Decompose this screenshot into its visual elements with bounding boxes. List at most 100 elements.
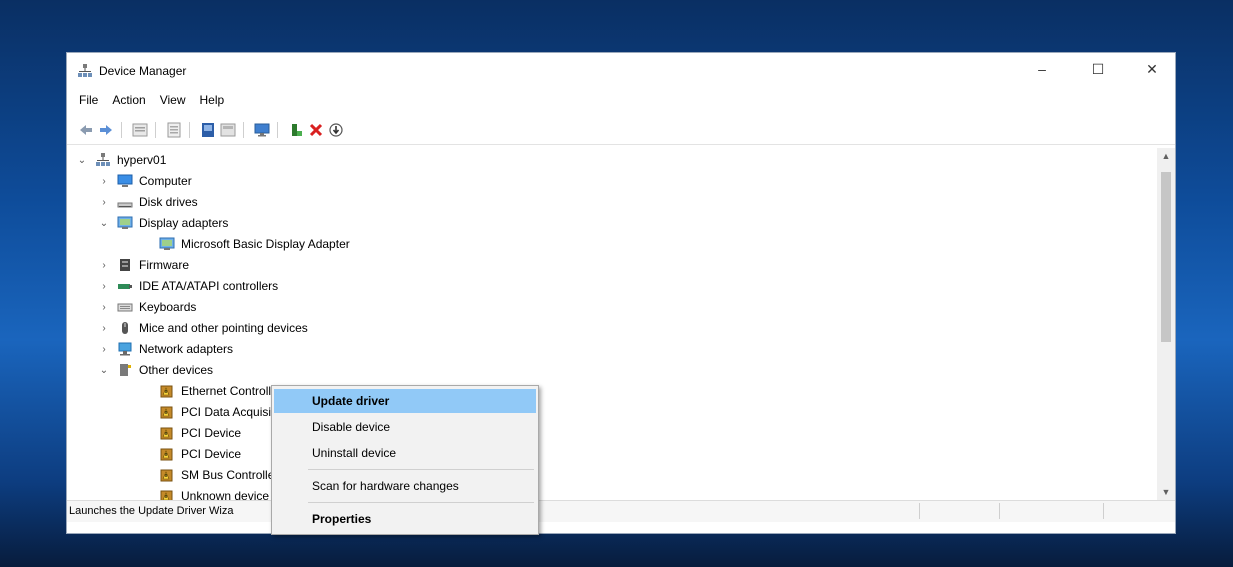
keyboard-icon [117, 303, 133, 312]
tree-item[interactable]: › Network adapters [97, 339, 233, 359]
display-adapter-icon [117, 216, 133, 229]
tree-item-label: Firmware [139, 258, 189, 272]
unknown-device-icon [160, 406, 173, 419]
toolbar-separator [155, 122, 156, 138]
tree-item[interactable]: ⌄ Other devices [97, 360, 213, 380]
collapse-chevron-icon[interactable]: ⌄ [97, 365, 111, 376]
tree-item-label: SM Bus Controlle [181, 468, 275, 482]
minimize-button[interactable]: – [1019, 53, 1065, 85]
firmware-icon [120, 259, 130, 271]
window-title: Device Manager [99, 64, 187, 78]
tree-item-label: Ethernet Controlle [181, 384, 278, 398]
expand-chevron-icon[interactable]: › [97, 302, 111, 313]
unknown-device-icon [160, 427, 173, 440]
menu-file[interactable]: File [73, 91, 106, 111]
details-icon[interactable] [165, 121, 183, 139]
tree-item[interactable]: Microsoft Basic Display Adapter [139, 234, 350, 254]
toolbar-separator [121, 122, 122, 138]
expand-chevron-icon[interactable]: › [97, 344, 111, 355]
menu-action[interactable]: Action [106, 91, 153, 111]
unknown-device-icon [160, 448, 173, 461]
tree-item-label: Microsoft Basic Display Adapter [181, 237, 350, 251]
menu-separator [308, 469, 534, 470]
scroll-thumb[interactable] [1161, 172, 1171, 342]
scroll-up-icon[interactable]: ▲ [1157, 148, 1175, 164]
tree-item-label: Unknown device [181, 489, 270, 500]
tree-item[interactable]: ⌄ Display adapters [97, 213, 229, 233]
unknown-device-icon [160, 469, 173, 482]
tree-item-label: IDE ATA/ATAPI controllers [139, 279, 279, 293]
scroll-down-icon[interactable]: ▼ [1157, 484, 1175, 500]
show-hidden-icon[interactable] [219, 121, 237, 139]
tree-item[interactable]: PCI Data Acquisiti [139, 402, 277, 422]
back-icon[interactable] [77, 121, 95, 139]
disk-drive-icon [117, 202, 133, 208]
tree-item-label: Other devices [139, 363, 214, 377]
tree-item[interactable]: › Keyboards [97, 297, 196, 317]
status-divider [919, 503, 920, 519]
toolbar [67, 115, 1175, 145]
vertical-scrollbar[interactable]: ▲ ▼ [1157, 148, 1175, 500]
other-devices-icon [120, 364, 131, 376]
computer-icon [117, 174, 133, 187]
uninstall-icon[interactable] [307, 121, 325, 139]
tree-item[interactable]: › IDE ATA/ATAPI controllers [97, 276, 278, 296]
tree-item[interactable]: › Computer [97, 171, 192, 191]
context-menu: Update driver Disable device Uninstall d… [271, 385, 539, 535]
computer-network-icon [96, 153, 110, 166]
device-manager-window: Device Manager – ☐ ✕ File Action View He… [66, 52, 1176, 534]
monitor-icon[interactable] [253, 121, 271, 139]
tree-item[interactable]: Ethernet Controlle [139, 381, 278, 401]
help-icon[interactable] [199, 121, 217, 139]
tree-item[interactable]: PCI Device [139, 444, 241, 464]
collapse-chevron-icon[interactable]: ⌄ [97, 218, 111, 229]
forward-icon[interactable] [97, 121, 115, 139]
tree-item[interactable]: Unknown device [139, 486, 269, 500]
menu-separator [308, 502, 534, 503]
tree-item[interactable]: › Mice and other pointing devices [97, 318, 308, 338]
expand-chevron-icon[interactable]: › [97, 260, 111, 271]
close-button[interactable]: ✕ [1129, 53, 1175, 85]
toolbar-separator [277, 122, 278, 138]
tree-root[interactable]: ⌄ hyperv01 [75, 150, 166, 170]
status-text: Launches the Update Driver Wiza [69, 505, 234, 517]
menu-help[interactable]: Help [194, 91, 233, 111]
tree-item-label: Computer [139, 174, 192, 188]
properties-menu-item[interactable]: Properties [274, 507, 536, 531]
maximize-button[interactable]: ☐ [1075, 53, 1121, 85]
tree-item-label: Mice and other pointing devices [139, 321, 308, 335]
scan-icon[interactable] [327, 121, 345, 139]
tree-item-label: PCI Data Acquisiti [181, 405, 278, 419]
tree-item-label: PCI Device [181, 447, 242, 461]
toolbar-separator [189, 122, 190, 138]
unknown-device-icon [160, 490, 173, 500]
tree-item[interactable]: SM Bus Controlle [139, 465, 274, 485]
menu-view[interactable]: View [154, 91, 194, 111]
scan-hardware-menu-item[interactable]: Scan for hardware changes [274, 474, 536, 498]
expand-chevron-icon[interactable]: › [97, 281, 111, 292]
status-divider [1103, 503, 1104, 519]
tree-item-label: Display adapters [139, 216, 229, 230]
toolbar-separator [243, 122, 244, 138]
expand-chevron-icon[interactable]: › [97, 323, 111, 334]
disable-device-menu-item[interactable]: Disable device [274, 415, 536, 439]
uninstall-device-menu-item[interactable]: Uninstall device [274, 441, 536, 465]
tree-item[interactable]: PCI Device [139, 423, 241, 443]
tree-item[interactable]: › Firmware [97, 255, 189, 275]
collapse-chevron-icon[interactable]: ⌄ [75, 155, 89, 166]
device-manager-icon [78, 64, 92, 77]
update-driver-icon[interactable] [287, 121, 305, 139]
properties-icon[interactable] [131, 121, 149, 139]
status-bar: Launches the Update Driver Wiza [67, 500, 1175, 522]
tree-item-label: Network adapters [139, 342, 234, 356]
expand-chevron-icon[interactable]: › [97, 176, 111, 187]
tree-item[interactable]: › Disk drives [97, 192, 197, 212]
expand-chevron-icon[interactable]: › [97, 197, 111, 208]
menu-bar: File Action View Help [67, 91, 1175, 111]
tree-item-label: PCI Device [181, 426, 242, 440]
display-adapter-icon [159, 237, 175, 250]
update-driver-menu-item[interactable]: Update driver [274, 389, 536, 413]
mouse-icon [122, 322, 128, 334]
network-adapter-icon [118, 342, 132, 356]
status-divider [999, 503, 1000, 519]
